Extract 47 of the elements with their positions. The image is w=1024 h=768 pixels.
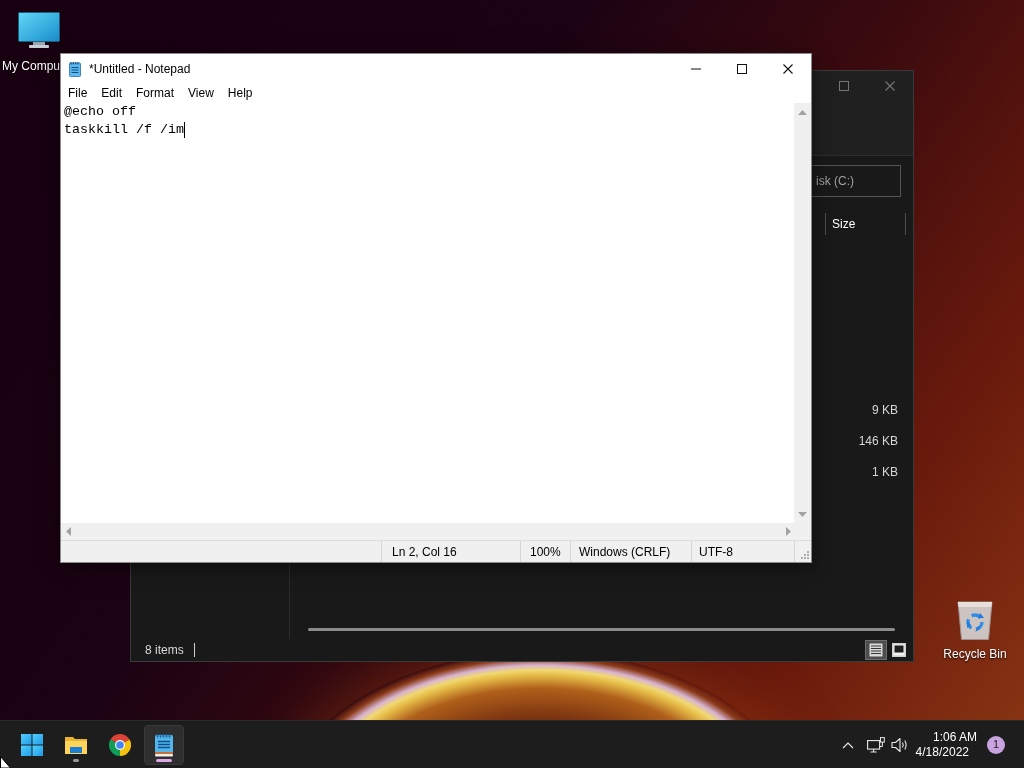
horizontal-scrollbar[interactable] xyxy=(308,628,895,631)
status-text: 100% xyxy=(530,543,561,561)
browser-icon xyxy=(109,733,131,756)
taskbar-button[interactable] xyxy=(144,724,184,765)
recycle-bin-icon[interactable] xyxy=(956,598,994,640)
status-text: UTF-8 xyxy=(699,543,733,561)
address-text: isk (C:) xyxy=(816,173,854,190)
menu-item[interactable]: Format xyxy=(129,83,182,103)
folder-icon xyxy=(64,734,88,755)
menu-item[interactable]: Help xyxy=(220,83,260,103)
file-size: 1 KB xyxy=(872,463,898,481)
clock-time[interactable]: 1:06 AM xyxy=(932,729,977,745)
status-text: Ln 2, Col 16 xyxy=(392,543,457,561)
status-text: Windows (CRLF) xyxy=(579,543,671,561)
network-icon[interactable] xyxy=(867,736,885,753)
maximize-icon xyxy=(839,81,849,91)
icon-label: My Compu xyxy=(2,59,60,74)
close-icon xyxy=(885,81,895,91)
text-editor-field[interactable]: @echo off taskkill /f /im xyxy=(61,103,794,523)
file-size: 9 KB xyxy=(872,401,898,419)
close-icon xyxy=(783,63,793,74)
notepad-icon xyxy=(69,60,81,77)
notepad-icon xyxy=(154,732,174,757)
minimize-icon xyxy=(691,67,701,70)
view-button[interactable] xyxy=(865,640,887,660)
notification-badge[interactable]: 1 xyxy=(987,735,1005,754)
thumbnails-view-icon xyxy=(892,643,906,657)
menu-item[interactable]: View xyxy=(181,83,221,103)
item-count: 8 items xyxy=(145,642,184,659)
clock-date[interactable]: 4/18/2022 xyxy=(915,744,969,760)
maximize-icon xyxy=(737,63,747,74)
chevron-up-icon[interactable] xyxy=(842,740,854,749)
text-cursor-icon xyxy=(184,122,185,138)
speaker-icon[interactable] xyxy=(891,736,909,753)
menu-item[interactable]: File xyxy=(61,83,95,103)
menu-item[interactable]: Edit xyxy=(94,83,130,103)
column-header[interactable]: Size xyxy=(825,213,906,235)
file-size: 146 KB xyxy=(858,432,898,450)
resize-grip-icon[interactable] xyxy=(799,550,809,561)
windows-logo-icon xyxy=(21,733,43,756)
computer-icon[interactable] xyxy=(18,12,60,48)
text-line: @echo off xyxy=(64,103,136,121)
mouse-pointer-icon xyxy=(0,756,11,768)
details-view-icon xyxy=(869,643,883,657)
text-line: taskkill /f /im xyxy=(64,121,184,139)
icon-label: Recycle Bin xyxy=(943,647,1007,662)
window-title: *Untitled - Notepad xyxy=(89,60,191,78)
